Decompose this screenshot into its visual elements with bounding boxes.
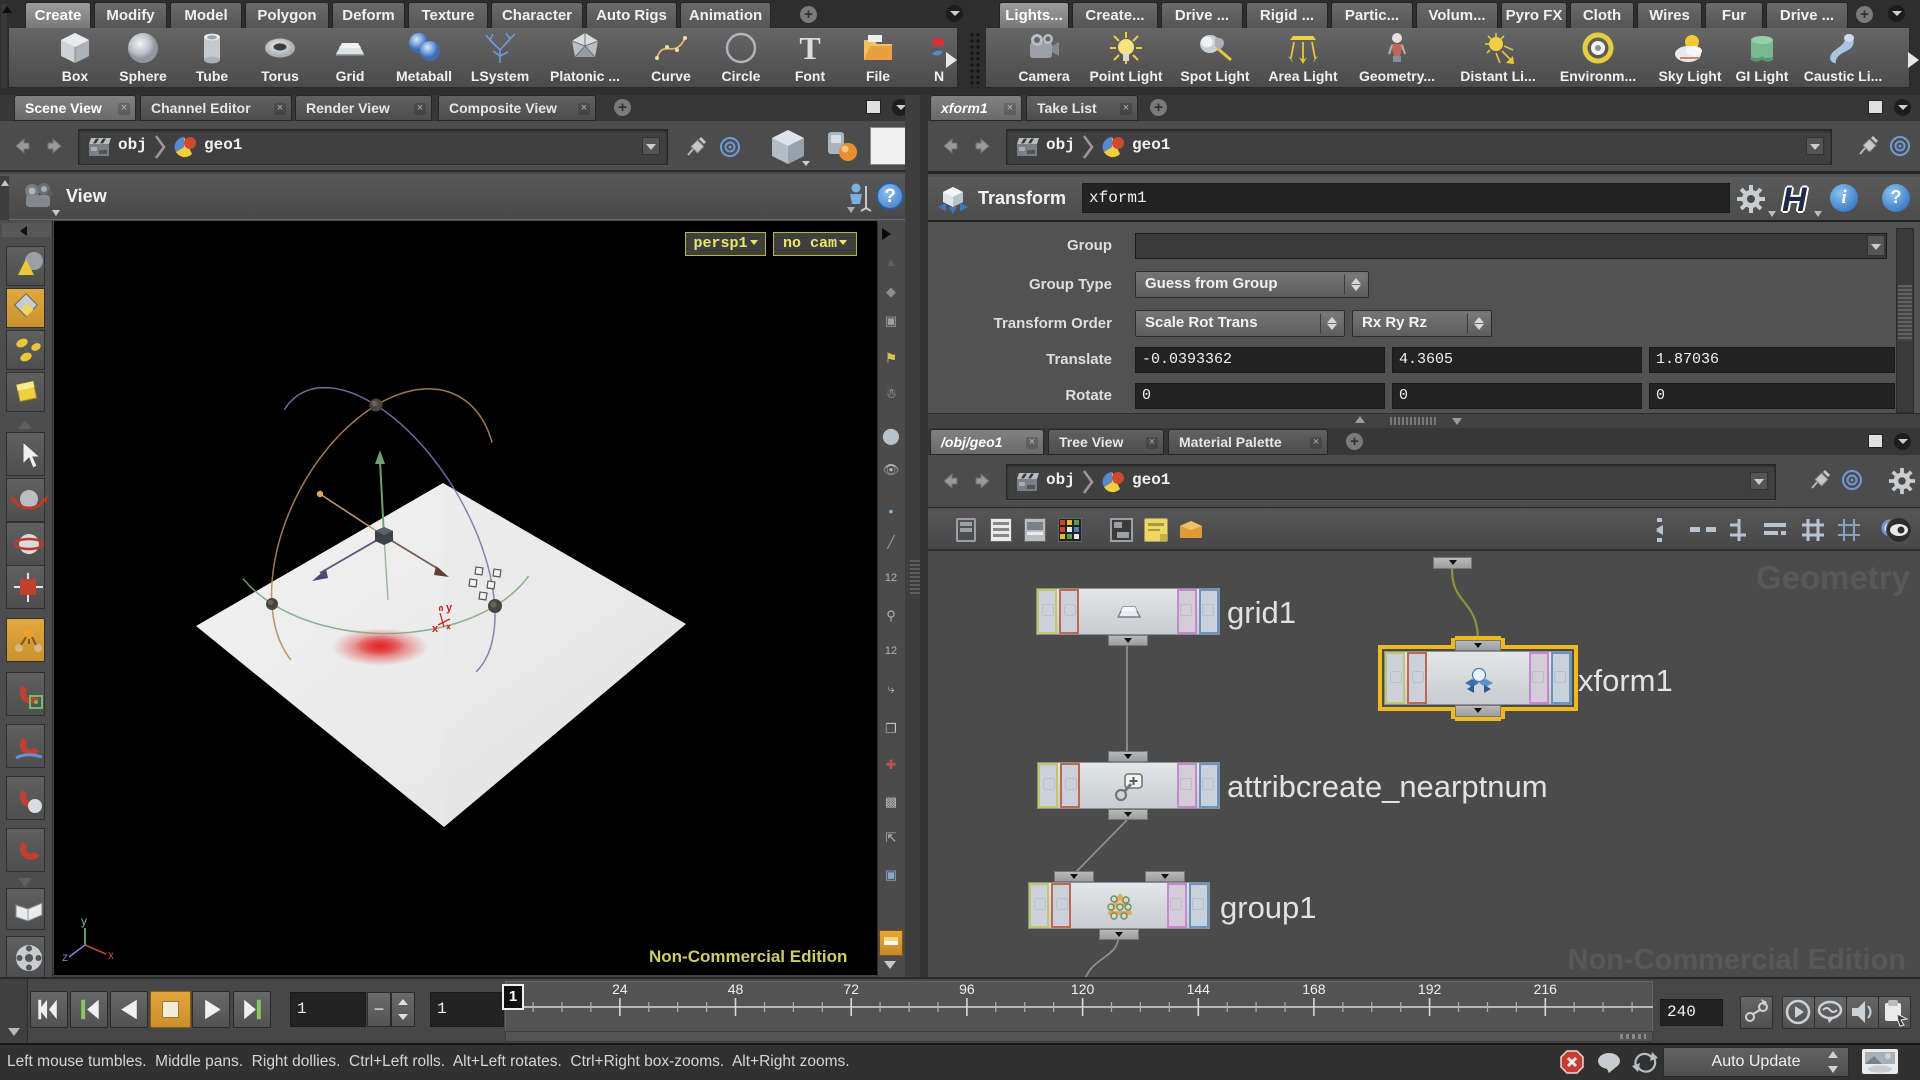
svg-text:x: x [108, 948, 114, 962]
svg-text:168: 168 [1302, 981, 1326, 997]
svg-text:72: 72 [843, 981, 859, 997]
svg-text:120: 120 [1071, 981, 1095, 997]
svg-text:144: 144 [1187, 981, 1211, 997]
svg-text:48: 48 [728, 981, 744, 997]
svg-text:216: 216 [1534, 981, 1558, 997]
svg-text:z: z [62, 950, 68, 964]
svg-text:T: T [799, 30, 820, 66]
svg-text:y: y [81, 914, 87, 928]
svg-text:x: x [432, 623, 439, 635]
svg-text:192: 192 [1418, 981, 1442, 997]
svg-text:96: 96 [959, 981, 975, 997]
svg-text:y: y [446, 602, 453, 614]
svg-text:24: 24 [612, 981, 628, 997]
